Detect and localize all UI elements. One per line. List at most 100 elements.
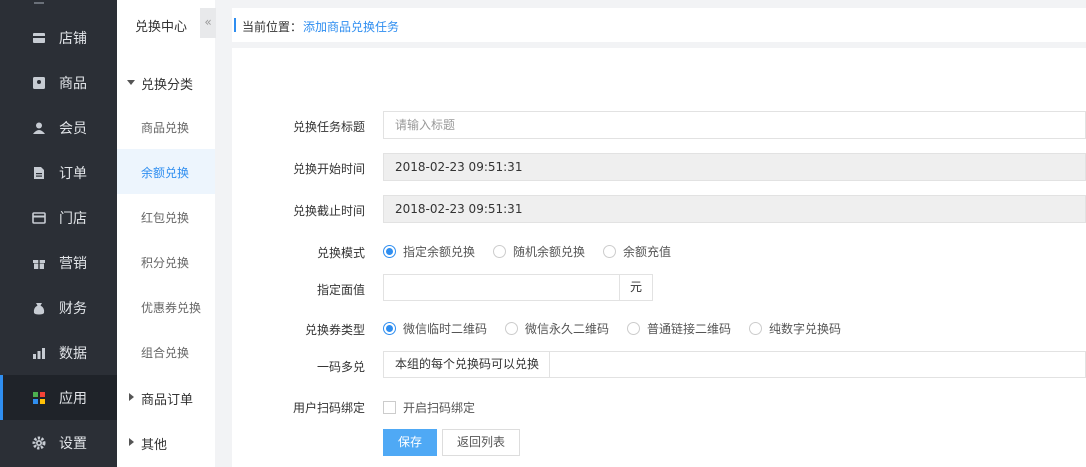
sidebar-item-goods[interactable]: 商品	[0, 60, 117, 105]
radio-label: 随机余额兑换	[513, 244, 586, 259]
nav-item-coupon-exchange[interactable]: 优惠券兑换	[117, 284, 215, 329]
double-chevron-left-icon: «	[204, 15, 212, 29]
radio-dot-icon	[749, 321, 763, 335]
bar-chart-icon	[33, 347, 45, 359]
sidebar-item-label: 店铺	[59, 30, 87, 47]
scan-bind-checkbox[interactable]: 开启扫码绑定	[383, 399, 475, 416]
code-type-radio-link-qr[interactable]: 普通链接二维码	[627, 320, 731, 337]
order-icon	[34, 166, 44, 179]
code-type-label: 兑换券类型	[304, 323, 365, 337]
code-type-radio-wechat-permanent[interactable]: 微信永久二维码	[505, 320, 609, 337]
sidebar-item-data[interactable]: 数据	[0, 330, 117, 375]
sidebar-item-marketing[interactable]: 营销	[0, 240, 117, 285]
mode-radio-random[interactable]: 随机余额兑换	[493, 243, 585, 260]
nav-item-label: 余额兑换	[141, 166, 190, 180]
multi-redeem-input[interactable]	[549, 351, 1086, 378]
sidebar-item-apps[interactable]: 应用	[0, 375, 117, 420]
sidebar-item-label: 财务	[59, 300, 87, 317]
mode-radio-fixed[interactable]: 指定余额兑换	[383, 243, 475, 260]
sidebar-item-store[interactable]: 店铺	[0, 15, 117, 60]
nav-group-label: 商品订单	[141, 393, 194, 408]
title-placeholder: 请输入标题	[395, 118, 456, 132]
nav-group-goods-order[interactable]: 商品订单	[117, 374, 215, 419]
code-type-radio-numeric[interactable]: 纯数字兑换码	[749, 320, 841, 337]
multi-redeem-label: 一码多兑	[316, 360, 365, 374]
breadcrumb-accent-bar	[234, 18, 236, 32]
apps-grid-icon	[33, 391, 45, 404]
radio-label: 指定余额兑换	[403, 244, 476, 259]
radio-dot-icon	[383, 244, 396, 258]
shop-icon	[32, 211, 46, 224]
breadcrumb: 当前位置： 添加商品兑换任务	[232, 8, 1086, 42]
radio-dot-icon	[493, 244, 507, 258]
nav-item-goods-exchange[interactable]: 商品兑换	[117, 104, 215, 149]
amount-unit-addon: 元	[619, 274, 653, 301]
mode-label: 兑换模式	[316, 246, 365, 260]
back-to-list-button[interactable]: 返回列表	[442, 429, 520, 456]
breadcrumb-prefix: 当前位置：	[242, 20, 303, 34]
gift-icon	[33, 259, 45, 269]
radio-label: 普通链接二维码	[647, 321, 732, 336]
start-time-label: 兑换开始时间	[292, 162, 365, 176]
sidebar-item-finance[interactable]: 财务	[0, 285, 117, 330]
nav-item-balance-exchange[interactable]: 余额兑换	[117, 149, 215, 194]
end-time-input[interactable]: 2018-02-23 09:51:31	[383, 195, 1086, 223]
start-time-input[interactable]: 2018-02-23 09:51:31	[383, 153, 1086, 181]
radio-label: 余额充值	[623, 244, 672, 259]
goods-icon	[33, 76, 45, 89]
secondary-nav-title: 兑换中心	[135, 20, 188, 35]
radio-label: 微信临时二维码	[403, 321, 488, 336]
sidebar-item-label: 订单	[59, 165, 87, 182]
end-time-label: 兑换截止时间	[292, 204, 365, 218]
amount-label: 指定面值	[316, 283, 365, 297]
start-time-value: 2018-02-23 09:51:31	[395, 160, 523, 174]
sidebar-item-label: 营销	[59, 255, 87, 272]
nav-item-redpacket-exchange[interactable]: 红包兑换	[117, 194, 215, 239]
nav-item-label: 商品兑换	[141, 121, 190, 135]
sidebar-item-settings[interactable]: 设置	[0, 420, 117, 465]
amount-input[interactable]	[383, 274, 620, 301]
nav-group-other[interactable]: 其他	[117, 419, 215, 464]
nav-group-label: 兑换分类	[141, 78, 194, 93]
sidebar-item-label: 数据	[59, 345, 87, 362]
caret-right-icon	[129, 392, 134, 401]
code-type-radio-wechat-temp[interactable]: 微信临时二维码	[383, 320, 487, 337]
sidebar-item-member[interactable]: 会员	[0, 105, 117, 150]
menu-icon[interactable]	[34, 0, 44, 4]
nav-item-points-exchange[interactable]: 积分兑换	[117, 239, 215, 284]
title-label: 兑换任务标题	[292, 120, 365, 134]
collapse-nav-button[interactable]: «	[200, 8, 216, 38]
secondary-nav: 兑换中心 兑换分类 商品兑换 余额兑换 红包兑换 积分兑换 优惠券兑换 组合兑换…	[117, 0, 215, 467]
sidebar-item-label: 设置	[59, 435, 87, 452]
breadcrumb-current-link[interactable]: 添加商品兑换任务	[303, 18, 399, 35]
caret-right-icon	[129, 437, 134, 446]
sidebar-item-label: 会员	[59, 120, 87, 137]
end-time-value: 2018-02-23 09:51:31	[395, 202, 523, 216]
code-type-radio-group: 微信临时二维码 微信永久二维码 普通链接二维码 纯数字兑换码	[383, 318, 859, 338]
nav-item-label: 红包兑换	[141, 211, 190, 225]
main-sidebar: 店铺 商品 会员 订单 门店 营销 财务 数据 应用 设置	[0, 0, 117, 467]
nav-item-label: 积分兑换	[141, 256, 190, 270]
radio-dot-icon	[383, 321, 396, 335]
sidebar-item-order[interactable]: 订单	[0, 150, 117, 195]
money-bag-icon	[33, 302, 45, 314]
scan-bind-label: 用户扫码绑定	[292, 401, 365, 415]
nav-group-label: 其他	[141, 438, 168, 453]
sidebar-item-label: 商品	[59, 75, 87, 92]
sidebar-item-label: 门店	[59, 210, 87, 227]
store-icon	[33, 32, 45, 43]
nav-group-exchange-category[interactable]: 兑换分类	[117, 59, 215, 104]
title-input[interactable]: 请输入标题	[383, 111, 1086, 139]
radio-label: 微信永久二维码	[525, 321, 610, 336]
mode-radio-group: 指定余额兑换 随机余额兑换 余额充值	[383, 241, 689, 261]
sidebar-item-shop[interactable]: 门店	[0, 195, 117, 240]
radio-dot-icon	[603, 244, 617, 258]
nav-item-label: 优惠券兑换	[141, 301, 202, 315]
mode-radio-recharge[interactable]: 余额充值	[603, 243, 671, 260]
radio-dot-icon	[627, 321, 641, 335]
radio-label: 纯数字兑换码	[769, 321, 842, 336]
radio-dot-icon	[505, 321, 519, 335]
checkbox-icon	[383, 401, 396, 414]
save-button[interactable]: 保存	[383, 429, 437, 456]
nav-item-combo-exchange[interactable]: 组合兑换	[117, 329, 215, 374]
